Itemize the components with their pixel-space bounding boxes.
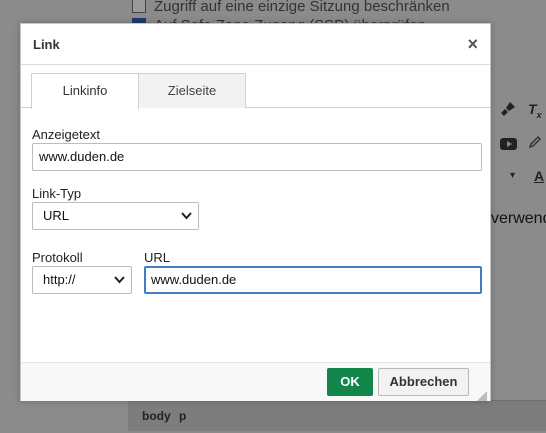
pencil-icon — [528, 135, 542, 152]
protocol-label: Protokoll — [32, 250, 83, 265]
checkbox-single-session — [132, 0, 146, 13]
link-type-select[interactable]: URL — [32, 202, 199, 230]
youtube-icon — [500, 137, 517, 153]
editor-toolbar: Tx ▾ A — [490, 95, 546, 195]
chevron-down-icon — [114, 267, 125, 303]
dialog-title: Link — [33, 37, 60, 52]
protocol-select[interactable]: http:// — [32, 266, 132, 294]
tab-linkinfo[interactable]: Linkinfo — [31, 73, 139, 109]
resize-handle-icon[interactable] — [477, 388, 487, 401]
dialog-tabs: Linkinfo Zielseite — [21, 65, 490, 109]
protocol-value: http:// — [43, 272, 76, 287]
tab-zielseite[interactable]: Zielseite — [138, 73, 246, 108]
statusbar-path-p: p — [179, 409, 187, 423]
chevron-down-icon — [181, 203, 192, 239]
editor-text-fragment: verwend — [491, 210, 546, 227]
ok-button[interactable]: OK — [327, 368, 373, 396]
checkbox-row-single-session: Zugriff auf eine einzige Sitzung beschrä… — [132, 0, 450, 15]
link-type-value: URL — [43, 208, 70, 223]
text-color-icon: A — [534, 168, 545, 184]
display-text-input[interactable]: www.duden.de — [32, 143, 482, 171]
paint-brush-icon — [500, 101, 516, 120]
checkbox-label-single-session: Zugriff auf eine einzige Sitzung beschrä… — [154, 0, 450, 15]
dialog-footer: OK Abbrechen — [21, 362, 490, 401]
cancel-button[interactable]: Abbrechen — [378, 368, 469, 396]
close-icon[interactable]: × — [467, 34, 478, 55]
url-input[interactable]: www.duden.de — [144, 266, 482, 294]
statusbar-path-body: body — [142, 409, 171, 423]
remove-format-icon: Tx — [528, 101, 542, 120]
dropdown-arrow-icon: ▾ — [510, 170, 516, 181]
display-text-label: Anzeigetext — [32, 127, 100, 142]
link-dialog: Link × Linkinfo Zielseite Anzeigetext ww… — [20, 23, 491, 401]
editor-statusbar: body p — [128, 400, 546, 431]
dialog-titlebar[interactable]: Link × — [21, 24, 490, 65]
url-label: URL — [144, 250, 171, 265]
link-type-label: Link-Typ — [32, 186, 82, 201]
